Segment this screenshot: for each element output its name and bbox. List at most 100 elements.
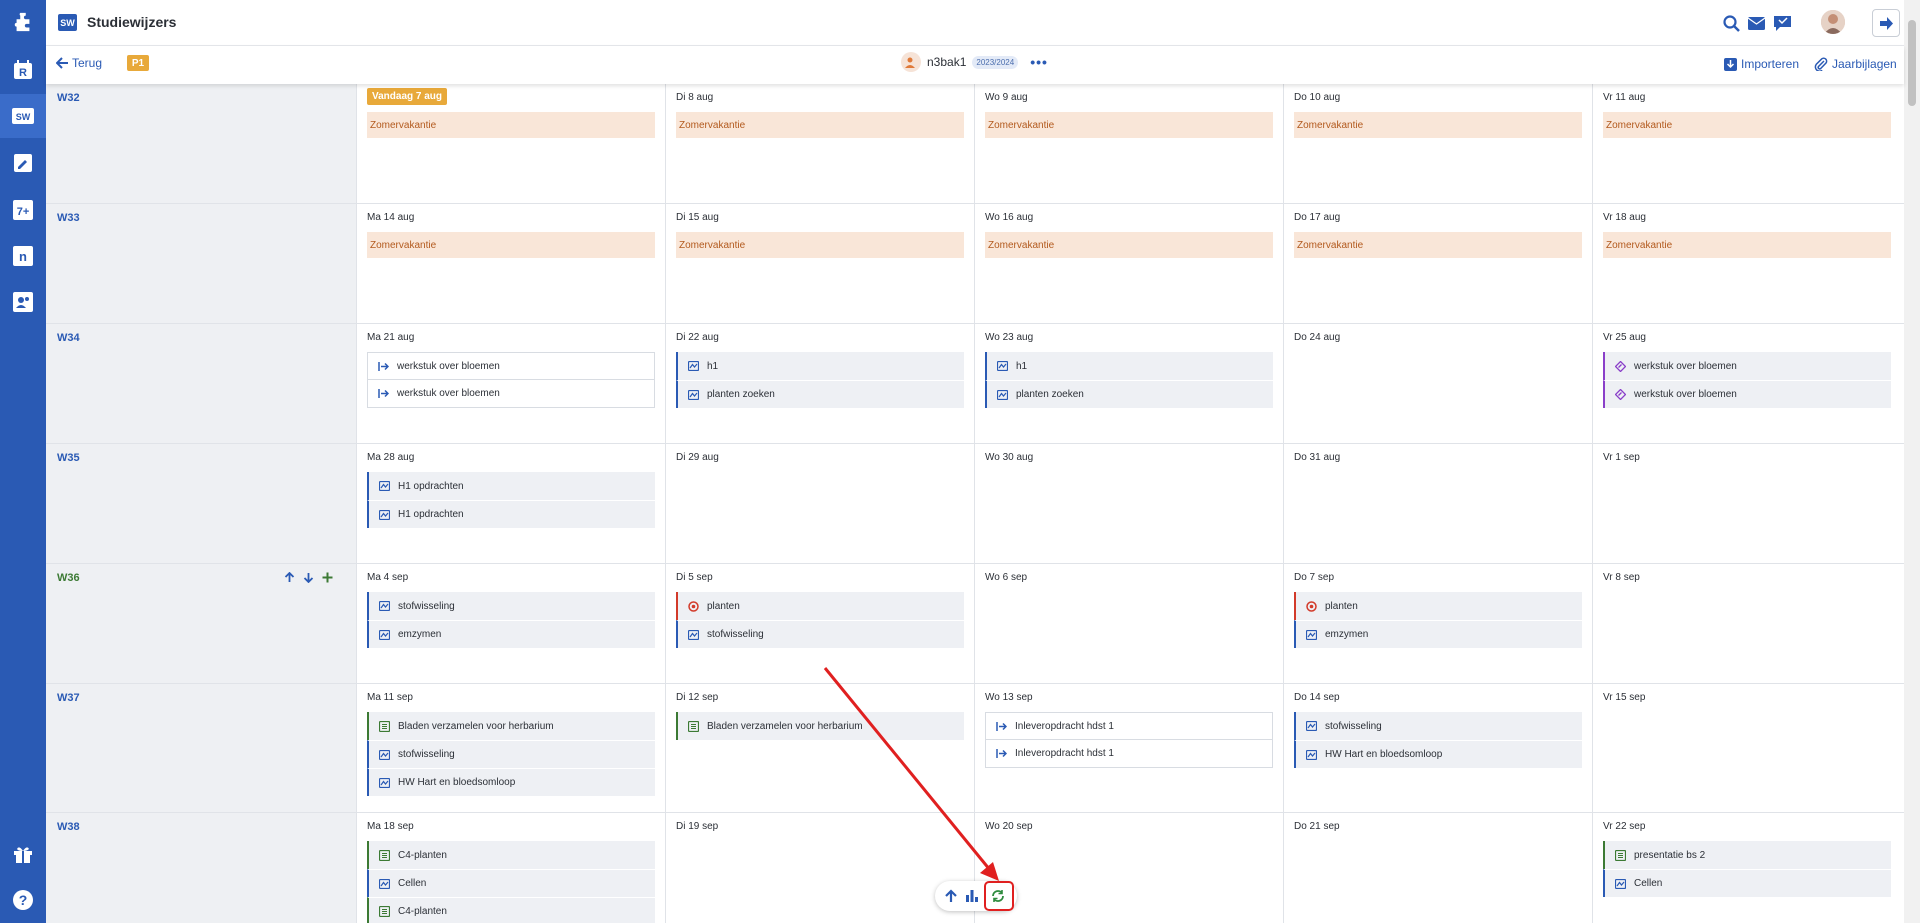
day-cell[interactable]: Di 12 sep Bladen verzamelen voor herbariu… — [666, 684, 975, 812]
day-cell[interactable]: Vr 8 sep — [1593, 564, 1902, 683]
mail-icon[interactable] — [1746, 13, 1766, 33]
day-cell[interactable]: Vr 11 aug Zomervakantie — [1593, 84, 1902, 203]
assignment-item[interactable]: C4-planten — [367, 897, 655, 923]
day-cell[interactable]: Vr 22 sep presentatie bs 2 Cellen — [1593, 813, 1902, 923]
period-badge[interactable]: P1 — [127, 55, 149, 71]
back-button[interactable]: Terug — [56, 56, 102, 70]
day-cell[interactable]: Do 7 sep planten emzymen — [1284, 564, 1593, 683]
search-icon[interactable] — [1721, 13, 1741, 33]
assignment-item[interactable]: Inleveropdracht hdst 1 — [985, 740, 1273, 768]
assignment-item[interactable]: planten zoeken — [985, 380, 1273, 408]
grades-icon[interactable]: 7+ — [11, 198, 35, 222]
assignment-item[interactable]: Inleveropdracht hdst 1 — [985, 712, 1273, 740]
assignment-item[interactable]: planten — [1294, 592, 1582, 620]
vacation-item[interactable]: Zomervakantie — [985, 112, 1273, 138]
day-cell[interactable]: Di 15 aug Zomervakantie — [666, 204, 975, 323]
day-cell[interactable]: Wo 30 aug — [975, 444, 1284, 563]
assignment-item[interactable]: Bladen verzamelen voor herbarium — [367, 712, 655, 740]
page-scrollbar[interactable] — [1904, 0, 1920, 923]
vacation-item[interactable]: Zomervakantie — [367, 112, 655, 138]
assignment-item[interactable]: HW Hart en bloedsomloop — [367, 768, 655, 796]
day-cell[interactable]: Vr 1 sep — [1593, 444, 1902, 563]
day-cell[interactable]: Di 19 sep — [666, 813, 975, 923]
vacation-item[interactable]: Zomervakantie — [1603, 112, 1891, 138]
day-cell[interactable]: Do 24 aug — [1284, 324, 1593, 443]
studiewijzer-icon[interactable]: SW — [0, 94, 46, 138]
scrollbar-thumb[interactable] — [1908, 20, 1916, 106]
gift-icon[interactable] — [11, 842, 35, 866]
day-cell[interactable]: Vr 15 sep — [1593, 684, 1902, 812]
logout-button[interactable] — [1872, 9, 1900, 37]
people-icon[interactable] — [11, 290, 35, 314]
assignment-item[interactable]: H1 opdrachten — [367, 500, 655, 528]
assignment-item[interactable]: planten — [676, 592, 964, 620]
day-cell[interactable]: Ma 18 sep C4-planten Cellen C4-planten — [357, 813, 666, 923]
day-cell[interactable]: Ma 14 aug Zomervakantie — [357, 204, 666, 323]
assignment-item[interactable]: werkstuk over bloemen — [367, 380, 655, 408]
day-cell[interactable]: Wo 6 sep — [975, 564, 1284, 683]
day-cell[interactable]: Ma 21 aug werkstuk over bloemen werkstuk o… — [357, 324, 666, 443]
assignment-item[interactable]: presentatie bs 2 — [1603, 841, 1891, 869]
attachments-button[interactable]: Jaarbijlagen — [1814, 57, 1897, 71]
assignment-item[interactable]: Cellen — [1603, 869, 1891, 897]
import-button[interactable]: Importeren — [1724, 57, 1799, 71]
day-cell[interactable]: Do 21 sep — [1284, 813, 1593, 923]
day-cell[interactable]: Wo 13 sep Inleveropdracht hdst 1 Inleverop… — [975, 684, 1284, 812]
day-cell[interactable]: Wo 16 aug Zomervakantie — [975, 204, 1284, 323]
assignment-item[interactable]: emzymen — [1294, 620, 1582, 648]
assignment-item[interactable]: Bladen verzamelen voor herbarium — [676, 712, 964, 740]
day-cell[interactable]: Ma 11 sep Bladen verzamelen voor herbariu… — [357, 684, 666, 812]
assignment-item[interactable]: werkstuk over bloemen — [1603, 352, 1891, 380]
vacation-item[interactable]: Zomervakantie — [676, 112, 964, 138]
assignment-item[interactable]: emzymen — [367, 620, 655, 648]
assignment-item[interactable]: C4-planten — [367, 841, 655, 869]
day-cell[interactable]: Di 29 aug — [666, 444, 975, 563]
day-cell[interactable]: Vr 18 aug Zomervakantie — [1593, 204, 1902, 323]
n-icon[interactable]: n — [11, 244, 35, 268]
day-cell[interactable]: Do 31 aug — [1284, 444, 1593, 563]
assignment-item[interactable]: Cellen — [367, 869, 655, 897]
assignment-item[interactable]: planten zoeken — [676, 380, 964, 408]
day-cell[interactable]: Ma 4 sep stofwisseling emzymen — [357, 564, 666, 683]
messages-icon[interactable] — [1772, 13, 1792, 33]
class-selector[interactable]: n3bak1 2023/2024 ••• — [901, 52, 1048, 72]
roster-icon[interactable]: R — [11, 58, 35, 82]
avatar[interactable] — [1821, 10, 1845, 34]
day-cell[interactable]: Vandaag 7 aug Zomervakantie — [357, 84, 666, 203]
day-cell[interactable]: Wo 20 sep — [975, 813, 1284, 923]
assignment-item[interactable]: stofwisseling — [1294, 712, 1582, 740]
edit-icon[interactable] — [11, 151, 35, 175]
help-icon[interactable]: ? — [11, 888, 35, 912]
assignment-item[interactable]: h1 — [676, 352, 964, 380]
vacation-item[interactable]: Zomervakantie — [676, 232, 964, 258]
assignment-item[interactable]: stofwisseling — [676, 620, 964, 648]
puzzle-icon[interactable] — [11, 10, 35, 34]
move-up-icon[interactable] — [284, 571, 295, 586]
day-cell[interactable]: Di 8 aug Zomervakantie — [666, 84, 975, 203]
assignment-item[interactable]: werkstuk over bloemen — [367, 352, 655, 380]
assignment-item[interactable]: HW Hart en bloedsomloop — [1294, 740, 1582, 768]
assignment-item[interactable]: stofwisseling — [367, 740, 655, 768]
add-icon[interactable] — [322, 572, 333, 586]
vacation-item[interactable]: Zomervakantie — [1603, 232, 1891, 258]
assignment-item[interactable]: H1 opdrachten — [367, 472, 655, 500]
day-cell[interactable]: Wo 9 aug Zomervakantie — [975, 84, 1284, 203]
assignment-item[interactable]: stofwisseling — [367, 592, 655, 620]
vacation-item[interactable]: Zomervakantie — [1294, 232, 1582, 258]
assignment-item[interactable]: h1 — [985, 352, 1273, 380]
move-down-icon[interactable] — [303, 572, 314, 586]
vacation-item[interactable]: Zomervakantie — [985, 232, 1273, 258]
scroll-up-icon[interactable] — [943, 888, 959, 904]
more-options-button[interactable]: ••• — [1030, 54, 1048, 70]
day-cell[interactable]: Do 10 aug Zomervakantie — [1284, 84, 1593, 203]
vacation-item[interactable]: Zomervakantie — [1294, 112, 1582, 138]
day-cell[interactable]: Vr 25 aug werkstuk over bloemen werkstuk o… — [1593, 324, 1902, 443]
statistics-icon[interactable] — [964, 888, 980, 904]
vacation-item[interactable]: Zomervakantie — [367, 232, 655, 258]
day-cell[interactable]: Do 17 aug Zomervakantie — [1284, 204, 1593, 323]
day-cell[interactable]: Do 14 sep stofwisseling HW Hart en bloedso… — [1284, 684, 1593, 812]
day-cell[interactable]: Di 22 aug h1 planten zoeken — [666, 324, 975, 443]
day-cell[interactable]: Wo 23 aug h1 planten zoeken — [975, 324, 1284, 443]
day-cell[interactable]: Ma 28 aug H1 opdrachten H1 opdrachten — [357, 444, 666, 563]
day-cell[interactable]: Di 5 sep planten stofwisseling — [666, 564, 975, 683]
